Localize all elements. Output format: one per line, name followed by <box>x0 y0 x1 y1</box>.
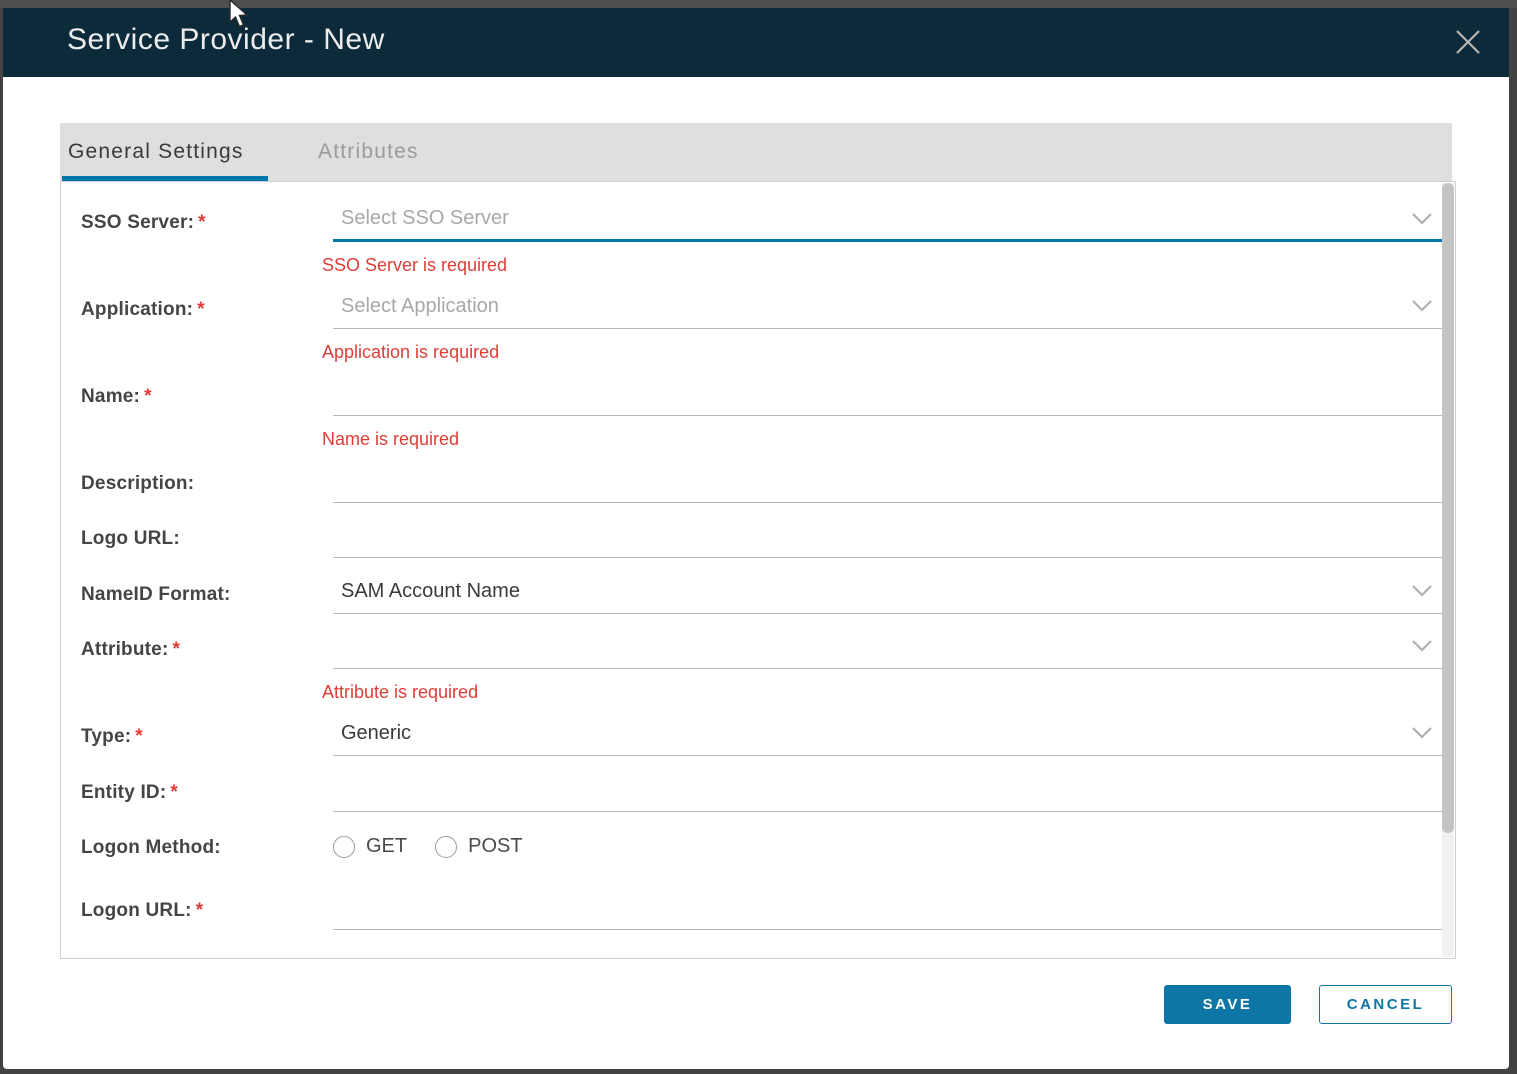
description-input[interactable] <box>333 469 1445 503</box>
required-asterisk: * <box>144 386 152 407</box>
cancel-button[interactable]: CANCEL <box>1319 985 1452 1024</box>
modal-header: Service Provider - New <box>3 8 1509 77</box>
close-icon[interactable] <box>1451 25 1485 59</box>
tab-bar: General Settings Attributes <box>60 123 1452 181</box>
scrollbar-thumb[interactable] <box>1442 183 1454 833</box>
attribute-label: Attribute:* <box>81 639 313 661</box>
name-field <box>333 382 1445 416</box>
attribute-select <box>333 635 1445 669</box>
logon-method-radio-group: GET POST <box>333 835 523 858</box>
nameid-format-input[interactable] <box>333 580 1445 614</box>
form-scroll-area: SSO Server:* SSO Server is required Appl… <box>60 181 1456 959</box>
radio-post[interactable]: POST <box>435 835 522 858</box>
attribute-input[interactable] <box>333 635 1445 669</box>
logon-url-input[interactable] <box>333 896 1445 930</box>
general-settings-form: SSO Server:* SSO Server is required Appl… <box>62 182 1442 958</box>
chevron-down-icon[interactable] <box>1411 726 1433 740</box>
attribute-error: Attribute is required <box>322 682 478 703</box>
entity-id-input[interactable] <box>333 778 1445 812</box>
logo-url-field <box>333 524 1445 558</box>
required-asterisk: * <box>135 726 143 747</box>
screen: Service Provider - New General Settings … <box>0 0 1517 1074</box>
sso-server-label: SSO Server:* <box>81 212 313 234</box>
description-label: Description: <box>81 473 313 495</box>
tab-general-settings[interactable]: General Settings <box>68 123 244 181</box>
save-button[interactable]: SAVE <box>1164 985 1291 1024</box>
logon-url-field <box>333 896 1445 930</box>
type-select <box>333 722 1445 756</box>
sso-server-select <box>333 208 1445 242</box>
tab-attributes[interactable]: Attributes <box>318 123 419 181</box>
logo-url-input[interactable] <box>333 524 1445 558</box>
entity-id-label: Entity ID:* <box>81 782 313 804</box>
radio-get[interactable]: GET <box>333 835 407 858</box>
nameid-format-label: NameID Format: <box>81 584 313 606</box>
logon-url-label: Logon URL:* <box>81 900 313 922</box>
name-label: Name:* <box>81 386 313 408</box>
chevron-down-icon[interactable] <box>1411 299 1433 313</box>
application-label: Application:* <box>81 299 313 321</box>
chevron-down-icon[interactable] <box>1411 584 1433 598</box>
type-input[interactable] <box>333 722 1445 756</box>
name-input[interactable] <box>333 382 1445 416</box>
window-frame-top <box>0 0 1517 8</box>
vertical-scrollbar[interactable] <box>1442 183 1454 957</box>
application-select <box>333 295 1445 329</box>
entity-id-field <box>333 778 1445 812</box>
sso-server-error: SSO Server is required <box>322 255 507 276</box>
nameid-format-select <box>333 580 1445 614</box>
application-error: Application is required <box>322 342 499 363</box>
radio-get-label: GET <box>366 835 407 858</box>
required-asterisk: * <box>198 212 206 233</box>
required-asterisk: * <box>197 299 205 320</box>
type-label: Type:* <box>81 726 313 748</box>
name-error: Name is required <box>322 429 459 450</box>
application-input[interactable] <box>333 295 1445 329</box>
radio-post-label: POST <box>468 835 522 858</box>
required-asterisk: * <box>196 900 204 921</box>
required-asterisk: * <box>170 782 178 803</box>
radio-button-icon[interactable] <box>333 836 355 858</box>
radio-button-icon[interactable] <box>435 836 457 858</box>
logo-url-label: Logo URL: <box>81 528 313 550</box>
logon-method-label: Logon Method: <box>81 837 313 859</box>
required-asterisk: * <box>172 639 180 660</box>
chevron-down-icon[interactable] <box>1411 639 1433 653</box>
sso-server-input[interactable] <box>333 208 1445 242</box>
modal-title: Service Provider - New <box>67 23 385 57</box>
description-field <box>333 469 1445 503</box>
chevron-down-icon[interactable] <box>1411 212 1433 226</box>
